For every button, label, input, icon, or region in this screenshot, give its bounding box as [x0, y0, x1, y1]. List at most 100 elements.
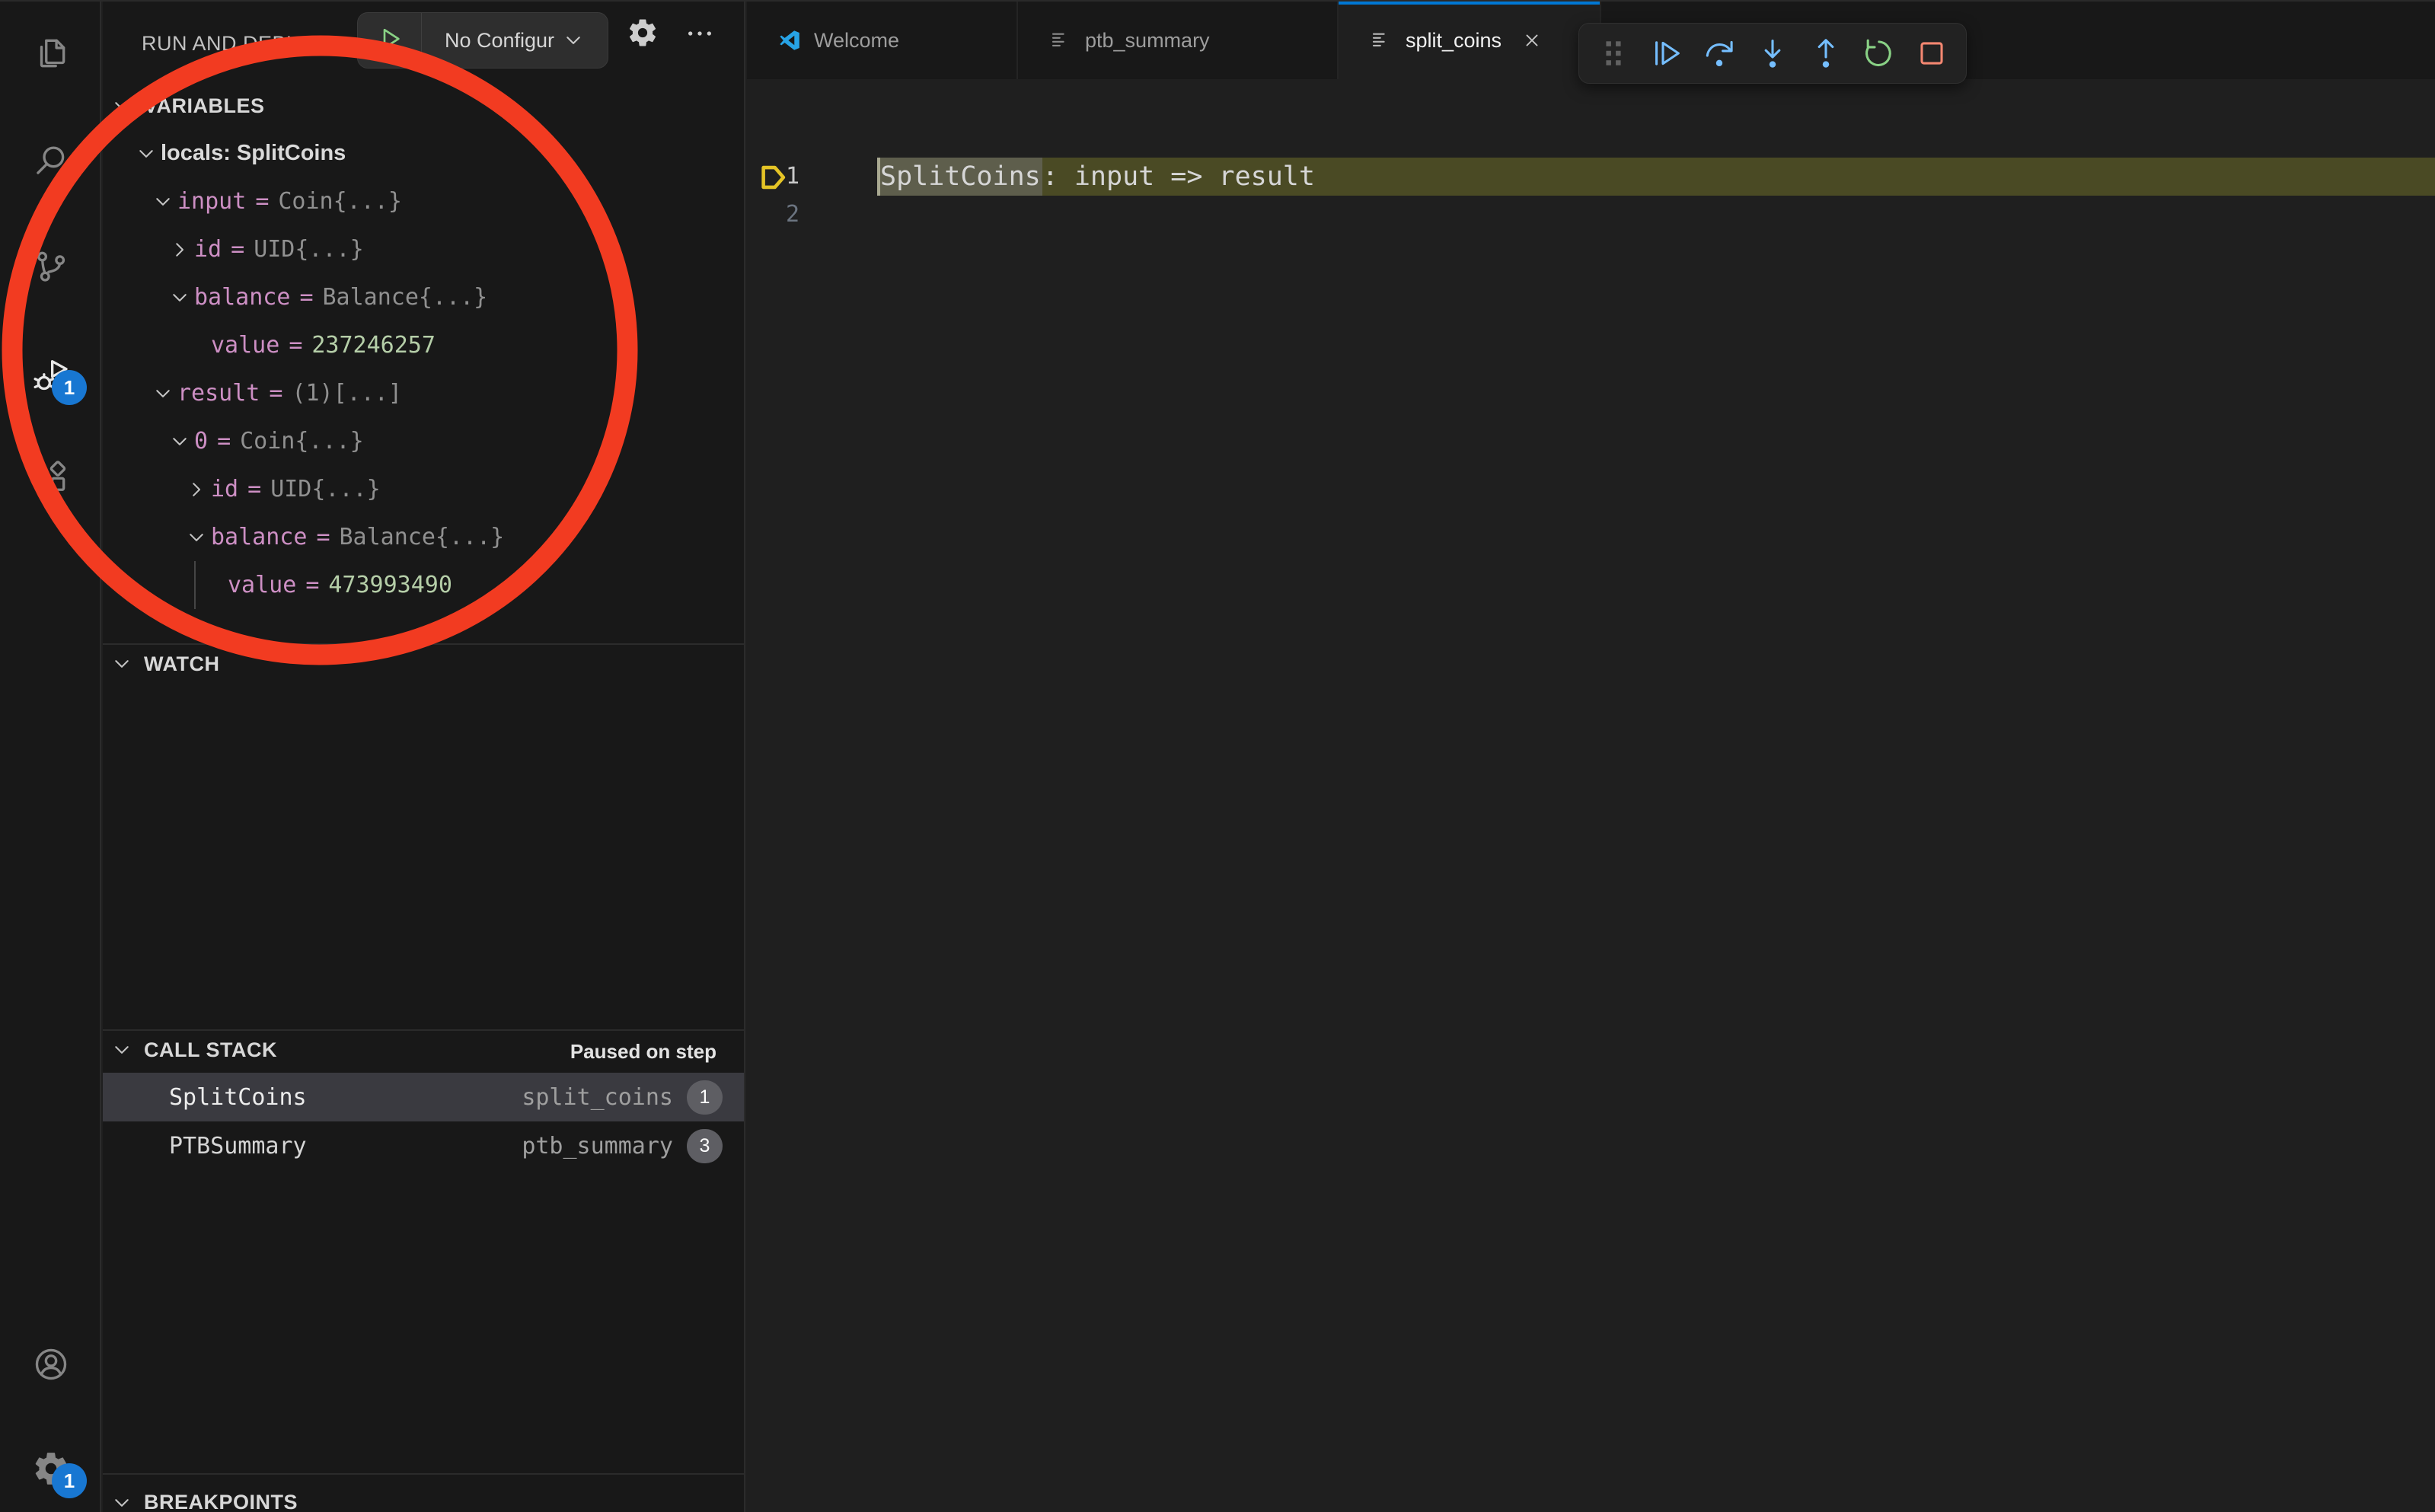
variable-row[interactable]: locals: SplitCoins [103, 129, 744, 177]
twistie-icon[interactable] [168, 238, 194, 261]
debug-toolbar [1578, 23, 1967, 84]
twistie-icon[interactable] [168, 286, 194, 309]
debug-config-dropdown[interactable]: No Configur [422, 29, 608, 53]
activity-bar-item-source-control[interactable] [32, 247, 70, 285]
callstack-status: Paused on step [570, 1040, 716, 1064]
breakpoints-section-header[interactable]: BREAKPOINTS [103, 1473, 744, 1512]
twistie-icon[interactable] [185, 478, 211, 501]
highlighted-word: SplitCoins [877, 158, 1042, 196]
tab-close-icon[interactable] [1521, 30, 1543, 51]
callstack-frame-row[interactable]: SplitCoins split_coins 1 [103, 1073, 744, 1121]
editor-tab-split_coins[interactable]: split_coins [1339, 2, 1601, 79]
variable-name: 0 [194, 428, 208, 455]
equals-sign: = [299, 284, 313, 311]
activity-bar-item-extensions[interactable] [32, 458, 70, 496]
twistie-icon[interactable] [152, 382, 177, 405]
activity-badge: 1 [52, 370, 87, 405]
activity-bar-item-settings[interactable]: 1 [32, 1450, 70, 1488]
twistie-icon[interactable] [185, 526, 211, 549]
tab-label: ptb_summary [1085, 29, 1210, 53]
watch-section-header[interactable]: WATCH [103, 643, 744, 684]
chevron-down-icon [110, 1491, 133, 1512]
equals-sign: = [289, 332, 302, 359]
editor-tab-Welcome[interactable]: Welcome [747, 2, 1018, 79]
debug-step-over-button[interactable] [1702, 36, 1737, 71]
activity-bar-item-run-and-debug[interactable]: 1 [32, 356, 70, 394]
debug-continue-button[interactable] [1649, 36, 1684, 71]
editor-tab-ptb_summary[interactable]: ptb_summary [1018, 2, 1339, 79]
variable-value: Coin{...} [240, 428, 364, 455]
variable-name: balance [211, 524, 307, 550]
extensions-icon [32, 486, 70, 499]
chevron-down-icon [562, 29, 585, 52]
activity-bar-item-search[interactable] [32, 142, 70, 180]
debug-stop-button[interactable] [1914, 36, 1949, 71]
editor-area: Welcome ptb_summary split_coins 1 2 Spli… [747, 2, 2435, 1512]
start-debug-button[interactable] [358, 13, 422, 68]
frame-name: PTBSummary [169, 1133, 307, 1160]
variables-section: VARIABLES locals: SplitCoins input = Coi… [103, 85, 744, 609]
variable-row[interactable]: balance = Balance{...} [103, 513, 744, 561]
section-divider [103, 1029, 744, 1031]
twistie-icon[interactable] [135, 142, 161, 165]
watch-section: WATCH [103, 643, 744, 684]
variable-row[interactable]: id = UID{...} [103, 465, 744, 513]
debug-drag-handle-button[interactable] [1596, 36, 1631, 71]
frame-line-badge: 3 [687, 1129, 723, 1163]
callstack-section: CALL STACK Paused on step SplitCoins spl… [103, 1029, 744, 1170]
variable-row[interactable]: input = Coin{...} [103, 177, 744, 225]
debug-restart-button[interactable] [1861, 36, 1896, 71]
variable-row[interactable]: result = (1)[...] [103, 369, 744, 417]
views-more-actions-button[interactable] [685, 18, 715, 49]
ellipsis-icon [685, 39, 715, 52]
tab-label: Welcome [814, 29, 899, 53]
callstack-frames: SplitCoins split_coins 1 PTBSummary ptb_… [103, 1073, 744, 1170]
activity-bar-item-explorer[interactable] [32, 34, 70, 72]
variable-name: id [194, 236, 222, 263]
source-control-icon [32, 276, 70, 289]
debug-settings-gear-button[interactable] [627, 17, 659, 49]
equals-sign: = [231, 236, 244, 263]
variables-tree: locals: SplitCoins input = Coin{...} id … [103, 129, 744, 609]
variable-value: Coin{...} [278, 188, 402, 215]
variable-row[interactable]: value = 473993490 [103, 561, 744, 609]
files-icon [32, 62, 70, 75]
twistie-icon[interactable] [152, 190, 177, 213]
variable-row[interactable]: value = 237246257 [103, 321, 744, 369]
callstack-frame-row[interactable]: PTBSummary ptb_summary 3 [103, 1121, 744, 1170]
breakpoints-title: BREAKPOINTS [144, 1491, 298, 1512]
variable-name: result [177, 380, 260, 407]
account-icon [32, 1373, 70, 1386]
list-icon [1048, 28, 1073, 53]
chevron-down-icon [110, 94, 133, 117]
callstack-title: CALL STACK [144, 1038, 277, 1062]
variable-value: 473993490 [328, 572, 452, 598]
variable-value: UID{...} [254, 236, 364, 263]
search-icon [32, 170, 70, 183]
frame-name: SplitCoins [169, 1084, 307, 1111]
equals-sign: = [316, 524, 330, 550]
debug-step-into-button[interactable] [1755, 36, 1790, 71]
debug-paused-line[interactable]: SplitCoins : input => result [877, 158, 2435, 196]
variable-row[interactable]: id = UID{...} [103, 225, 744, 273]
variable-value: 237246257 [311, 332, 436, 359]
twistie-icon[interactable] [202, 574, 228, 597]
equals-sign: = [269, 380, 282, 407]
twistie-icon[interactable] [168, 430, 194, 453]
debug-step-out-button[interactable] [1808, 36, 1843, 71]
section-divider [103, 1473, 744, 1475]
twistie-icon[interactable] [185, 334, 211, 357]
variable-row[interactable]: balance = Balance{...} [103, 273, 744, 321]
debug-config-control: No Configur [357, 12, 608, 69]
variables-section-header[interactable]: VARIABLES [103, 85, 744, 126]
list-icon [1369, 28, 1393, 53]
indent-guide [194, 561, 196, 609]
frame-source: ptb_summary [522, 1133, 673, 1160]
activity-bar-item-account[interactable] [32, 1345, 70, 1383]
chevron-down-icon [110, 1038, 133, 1061]
variable-name: id [211, 476, 238, 502]
equals-sign: = [255, 188, 269, 215]
equals-sign: = [247, 476, 261, 502]
variable-row[interactable]: 0 = Coin{...} [103, 417, 744, 465]
code-area[interactable]: 1 2 SplitCoins : input => result [747, 79, 2435, 1512]
